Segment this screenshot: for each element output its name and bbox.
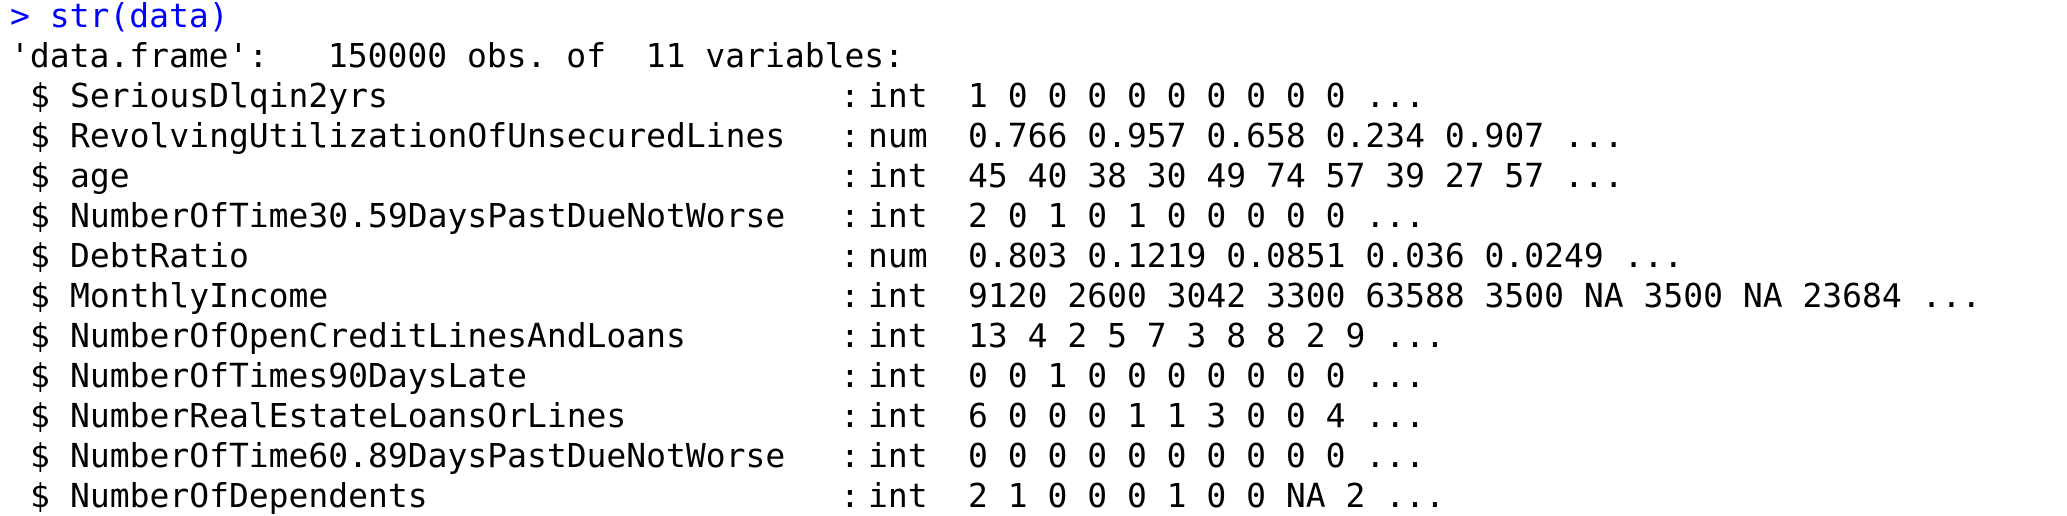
variable-type: int <box>868 156 928 195</box>
variable-row: $ NumberOfDependents: int 2 1 0 0 0 1 0 0 N… <box>10 476 2060 516</box>
variable-marker: $ <box>30 236 50 275</box>
variable-values: 6 0 0 0 1 1 3 0 0 4 ... <box>968 396 1425 435</box>
console-prompt: > <box>10 0 30 35</box>
variable-marker: $ <box>30 436 50 475</box>
variable-type: int <box>868 276 928 315</box>
variable-name: age <box>70 156 130 195</box>
variable-type: int <box>868 396 928 435</box>
variable-separator: : <box>840 436 860 475</box>
variable-marker: $ <box>30 76 50 115</box>
variable-row: $ NumberOfTime60.89DaysPastDueNotWorse: in… <box>10 436 2060 476</box>
variable-row: $ RevolvingUtilizationOfUnsecuredLines: nu… <box>10 116 2060 156</box>
command-line: > str(data) <box>10 0 2060 36</box>
variable-row: $ NumberOfOpenCreditLinesAndLoans: int 13 4… <box>10 316 2060 356</box>
variable-row: $ age: int 45 40 38 30 49 74 57 39 27 57 ..… <box>10 156 2060 196</box>
variable-values: 0 0 1 0 0 0 0 0 0 0 ... <box>968 356 1425 395</box>
r-console-output: > str(data) 'data.frame': 150000 obs. of… <box>10 0 2060 516</box>
variable-separator: : <box>840 156 860 195</box>
variable-values: 0.803 0.1219 0.0851 0.036 0.0249 ... <box>968 236 1684 275</box>
variable-type: num <box>868 236 928 275</box>
variable-name: NumberOfOpenCreditLinesAndLoans <box>70 316 686 355</box>
variable-marker: $ <box>30 276 50 315</box>
variable-row: $ MonthlyIncome: int 9120 2600 3042 3300 63… <box>10 276 2060 316</box>
variable-separator: : <box>840 76 860 115</box>
variable-name: SeriousDlqin2yrs <box>70 76 388 115</box>
variable-type: int <box>868 316 928 355</box>
variable-values: 45 40 38 30 49 74 57 39 27 57 ... <box>968 156 1624 195</box>
variable-row: $ NumberOfTime30.59DaysPastDueNotWorse: in… <box>10 196 2060 236</box>
variable-separator: : <box>840 316 860 355</box>
variable-marker: $ <box>30 316 50 355</box>
variable-values: 2 0 1 0 1 0 0 0 0 0 ... <box>968 196 1425 235</box>
variable-separator: : <box>840 476 860 515</box>
console-command: str(data) <box>49 0 229 35</box>
variable-marker: $ <box>30 476 50 515</box>
variable-separator: : <box>840 356 860 395</box>
variable-list: $ SeriousDlqin2yrs: int 1 0 0 0 0 0 0 0 0 0… <box>10 76 2060 516</box>
variable-marker: $ <box>30 196 50 235</box>
variable-row: $ SeriousDlqin2yrs: int 1 0 0 0 0 0 0 0 0 0… <box>10 76 2060 116</box>
variable-separator: : <box>840 196 860 235</box>
variable-type: int <box>868 196 928 235</box>
variable-values: 13 4 2 5 7 3 8 8 2 9 ... <box>968 316 1445 355</box>
variable-row: $ NumberRealEstateLoansOrLines: int 6 0 0 0… <box>10 396 2060 436</box>
variable-marker: $ <box>30 116 50 155</box>
variable-values: 1 0 0 0 0 0 0 0 0 0 ... <box>968 76 1425 115</box>
variable-type: int <box>868 476 928 515</box>
variable-row: $ DebtRatio: num 0.803 0.1219 0.0851 0.036 … <box>10 236 2060 276</box>
variable-type: int <box>868 76 928 115</box>
variable-values: 9120 2600 3042 3300 63588 3500 NA 3500 N… <box>968 276 1982 315</box>
variable-type: int <box>868 356 928 395</box>
variable-values: 2 1 0 0 0 1 0 0 NA 2 ... <box>968 476 1445 515</box>
variable-name: NumberOfDependents <box>70 476 428 515</box>
variable-separator: : <box>840 236 860 275</box>
variable-name: NumberOfTimes90DaysLate <box>70 356 527 395</box>
variable-marker: $ <box>30 156 50 195</box>
variable-type: num <box>868 116 928 155</box>
variable-name: NumberOfTime60.89DaysPastDueNotWorse <box>70 436 786 475</box>
variable-separator: : <box>840 276 860 315</box>
variable-values: 0.766 0.957 0.658 0.234 0.907 ... <box>968 116 1624 155</box>
variable-name: DebtRatio <box>70 236 249 275</box>
variable-name: NumberOfTime30.59DaysPastDueNotWorse <box>70 196 786 235</box>
variable-name: MonthlyIncome <box>70 276 329 315</box>
variable-separator: : <box>840 116 860 155</box>
variable-name: NumberRealEstateLoansOrLines <box>70 396 627 435</box>
variable-row: $ NumberOfTimes90DaysLate: int 0 0 1 0 0 0 … <box>10 356 2060 396</box>
variable-name: RevolvingUtilizationOfUnsecuredLines <box>70 116 786 155</box>
variable-values: 0 0 0 0 0 0 0 0 0 0 ... <box>968 436 1425 475</box>
variable-type: int <box>868 436 928 475</box>
dataframe-header: 'data.frame': 150000 obs. of 11 variable… <box>10 36 905 75</box>
variable-separator: : <box>840 396 860 435</box>
variable-marker: $ <box>30 396 50 435</box>
variable-marker: $ <box>30 356 50 395</box>
